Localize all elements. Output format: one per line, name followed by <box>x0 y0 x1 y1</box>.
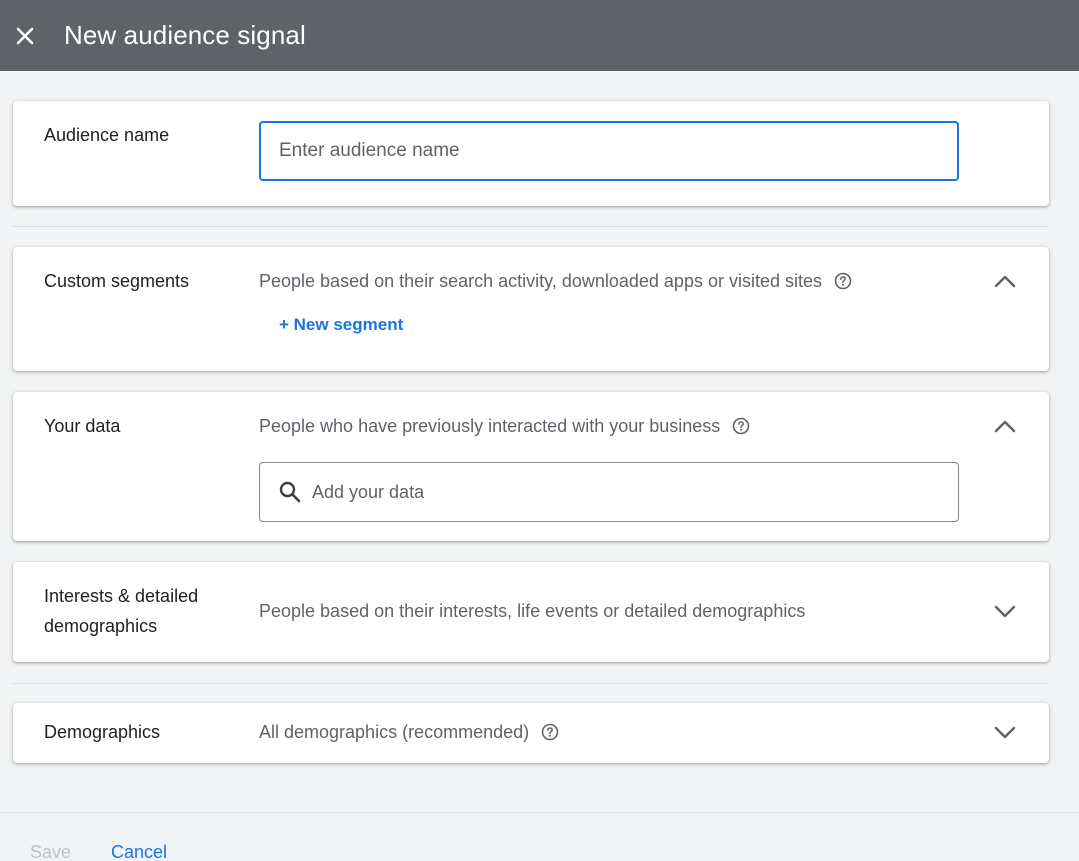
collapse-your-data-button[interactable] <box>993 414 1017 438</box>
search-icon <box>278 480 302 504</box>
expand-demographics-button[interactable] <box>993 721 1017 745</box>
close-button[interactable] <box>13 24 37 48</box>
your-data-search-input[interactable] <box>312 481 912 503</box>
interests-card[interactable]: Interests & detailed demographics People… <box>13 562 1049 662</box>
interests-description-text: People based on their interests, life ev… <box>259 601 806 621</box>
demographics-description-text: All demographics (recommended) <box>259 722 530 742</box>
chevron-up-icon <box>994 275 1016 288</box>
audience-name-card: Audience name <box>13 101 1049 206</box>
custom-segments-description-text: People based on their search activity, d… <box>259 271 822 291</box>
custom-segments-label: Custom segments <box>44 271 190 291</box>
help-icon[interactable] <box>834 272 852 290</box>
header-bar: New audience signal <box>0 0 1079 71</box>
section-divider <box>13 226 1049 227</box>
close-icon <box>16 27 34 44</box>
your-data-search-box[interactable] <box>259 462 959 522</box>
interests-label: Interests & detailed demographics <box>44 581 198 641</box>
custom-segments-card: Custom segments People based on their se… <box>13 247 1049 371</box>
help-icon[interactable] <box>541 723 559 741</box>
audience-name-label: Audience name <box>44 125 170 145</box>
new-segment-button[interactable]: + New segment <box>279 315 403 335</box>
your-data-description-text: People who have previously interacted wi… <box>259 416 721 436</box>
chevron-down-icon <box>994 605 1016 618</box>
save-button[interactable]: Save <box>30 842 71 861</box>
chevron-up-icon <box>994 420 1016 433</box>
interests-description: People based on their interests, life ev… <box>259 596 805 626</box>
help-icon[interactable] <box>732 417 750 435</box>
collapse-custom-segments-button[interactable] <box>993 269 1017 293</box>
your-data-description: People who have previously interacted wi… <box>259 411 750 441</box>
footer-divider <box>0 812 1079 813</box>
section-divider <box>13 683 1049 684</box>
custom-segments-description: People based on their search activity, d… <box>259 266 852 296</box>
page-title: New audience signal <box>64 20 306 50</box>
your-data-card: Your data People who have previously int… <box>13 392 1049 541</box>
interests-label-line1: Interests & detailed <box>44 586 199 606</box>
cancel-button[interactable]: Cancel <box>111 842 167 861</box>
demographics-label: Demographics <box>44 722 161 742</box>
chevron-down-icon <box>994 726 1016 739</box>
demographics-card[interactable]: Demographics All demographics (recommend… <box>13 703 1049 763</box>
demographics-description: All demographics (recommended) <box>259 717 559 747</box>
interests-label-line2: demographics <box>44 616 158 636</box>
your-data-label: Your data <box>44 416 121 436</box>
audience-name-input[interactable] <box>259 121 959 181</box>
expand-interests-button[interactable] <box>993 600 1017 624</box>
